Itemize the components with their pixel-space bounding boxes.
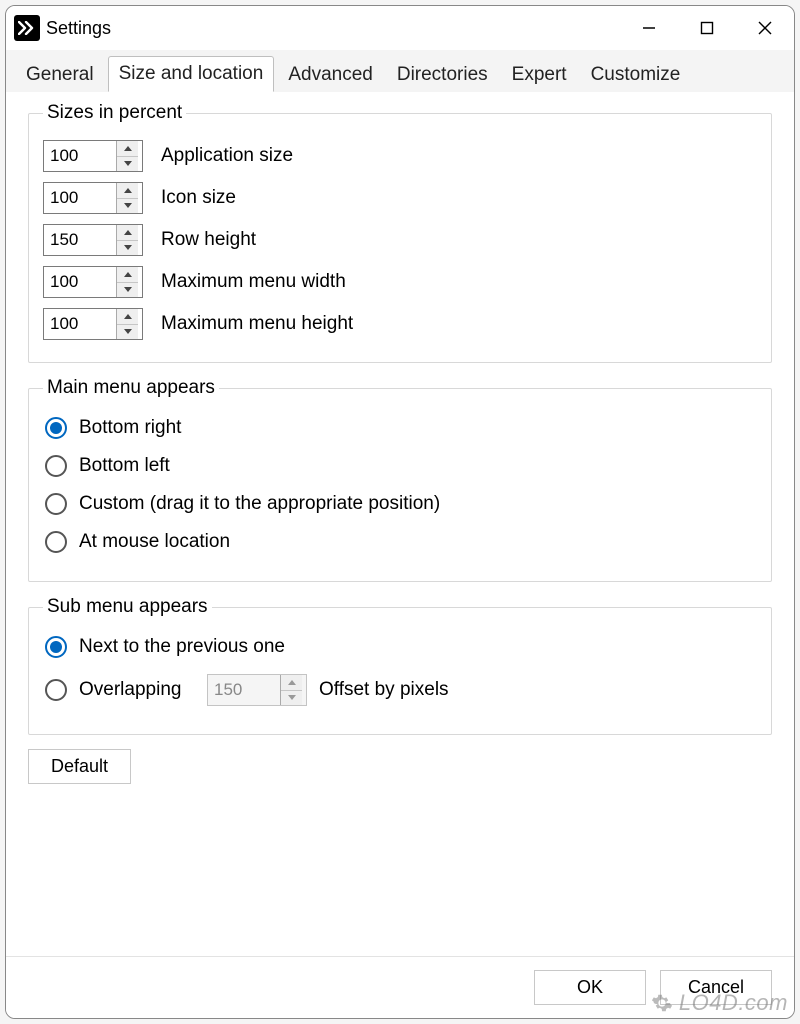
spinner-up-icon[interactable] — [117, 309, 138, 325]
row-max-menu-width: Maximum menu width — [43, 266, 757, 298]
maximize-button[interactable] — [678, 6, 736, 50]
tab-expert[interactable]: Expert — [502, 58, 577, 92]
group-sub-menu-appears: Sub menu appears Next to the previous on… — [28, 596, 772, 735]
spinner-down-icon[interactable] — [117, 157, 138, 172]
window-title: Settings — [46, 18, 111, 39]
ok-button[interactable]: OK — [534, 970, 646, 1005]
spinner-up-icon[interactable] — [117, 225, 138, 241]
max-menu-width-label: Maximum menu width — [161, 271, 346, 293]
radio-label-overlapping: Overlapping — [79, 679, 195, 701]
minimize-button[interactable] — [620, 6, 678, 50]
row-row-height: Row height — [43, 224, 757, 256]
spinner-up-icon[interactable] — [117, 141, 138, 157]
row-height-input[interactable] — [44, 225, 116, 255]
row-height-label: Row height — [161, 229, 256, 251]
max-menu-height-input[interactable] — [44, 309, 116, 339]
tab-content: Sizes in percent Application size — [6, 92, 794, 956]
radio-row-custom[interactable]: Custom (drag it to the appropriate posit… — [43, 493, 757, 515]
radio-next-to-previous[interactable] — [45, 636, 67, 658]
row-height-spinner[interactable] — [43, 224, 143, 256]
icon-size-label: Icon size — [161, 187, 236, 209]
cancel-button[interactable]: Cancel — [660, 970, 772, 1005]
app-icon — [14, 15, 40, 41]
radio-label-custom: Custom (drag it to the appropriate posit… — [79, 493, 440, 515]
spinner-down-icon[interactable] — [281, 691, 302, 706]
radio-custom[interactable] — [45, 493, 67, 515]
radio-label-at-mouse: At mouse location — [79, 531, 230, 553]
tab-customize[interactable]: Customize — [581, 58, 691, 92]
radio-bottom-right[interactable] — [45, 417, 67, 439]
spinner-down-icon[interactable] — [117, 325, 138, 340]
radio-overlapping[interactable] — [45, 679, 67, 701]
radio-label-bottom-left: Bottom left — [79, 455, 170, 477]
spinner-down-icon[interactable] — [117, 283, 138, 298]
max-menu-width-input[interactable] — [44, 267, 116, 297]
titlebar: Settings — [6, 6, 794, 50]
spinner-up-icon[interactable] — [117, 183, 138, 199]
max-menu-width-spinner[interactable] — [43, 266, 143, 298]
icon-size-input[interactable] — [44, 183, 116, 213]
tab-size-and-location[interactable]: Size and location — [108, 56, 275, 92]
spinner-up-icon[interactable] — [117, 267, 138, 283]
max-menu-height-spinner[interactable] — [43, 308, 143, 340]
group-legend-sizes: Sizes in percent — [43, 102, 186, 124]
tabbar: General Size and location Advanced Direc… — [6, 50, 794, 92]
radio-label-bottom-right: Bottom right — [79, 417, 181, 439]
row-max-menu-height: Maximum menu height — [43, 308, 757, 340]
group-main-menu-appears: Main menu appears Bottom right Bottom le… — [28, 377, 772, 582]
group-legend-main-menu: Main menu appears — [43, 377, 219, 399]
radio-bottom-left[interactable] — [45, 455, 67, 477]
row-application-size: Application size — [43, 140, 757, 172]
tab-general[interactable]: General — [16, 58, 104, 92]
offset-pixels-input[interactable] — [208, 675, 280, 705]
close-button[interactable] — [736, 6, 794, 50]
row-icon-size: Icon size — [43, 182, 757, 214]
radio-row-bottom-right[interactable]: Bottom right — [43, 417, 757, 439]
tab-advanced[interactable]: Advanced — [278, 58, 383, 92]
tab-directories[interactable]: Directories — [387, 58, 498, 92]
application-size-spinner[interactable] — [43, 140, 143, 172]
application-size-input[interactable] — [44, 141, 116, 171]
radio-row-overlapping[interactable]: Overlapping Offset by pixels — [43, 674, 757, 706]
group-legend-sub-menu: Sub menu appears — [43, 596, 212, 618]
radio-row-bottom-left[interactable]: Bottom left — [43, 455, 757, 477]
spinner-down-icon[interactable] — [117, 199, 138, 214]
group-sizes-in-percent: Sizes in percent Application size — [28, 102, 772, 363]
spinner-up-icon[interactable] — [281, 675, 302, 691]
spinner-down-icon[interactable] — [117, 241, 138, 256]
radio-row-next-to[interactable]: Next to the previous one — [43, 636, 757, 658]
radio-row-at-mouse[interactable]: At mouse location — [43, 531, 757, 553]
settings-window: Settings General Size and location Advan… — [5, 5, 795, 1019]
application-size-label: Application size — [161, 145, 293, 167]
icon-size-spinner[interactable] — [43, 182, 143, 214]
dialog-footer: OK Cancel — [6, 956, 794, 1018]
default-button[interactable]: Default — [28, 749, 131, 784]
offset-pixels-spinner[interactable] — [207, 674, 307, 706]
radio-at-mouse[interactable] — [45, 531, 67, 553]
offset-pixels-label: Offset by pixels — [319, 679, 449, 701]
max-menu-height-label: Maximum menu height — [161, 313, 353, 335]
radio-label-next-to: Next to the previous one — [79, 636, 285, 658]
